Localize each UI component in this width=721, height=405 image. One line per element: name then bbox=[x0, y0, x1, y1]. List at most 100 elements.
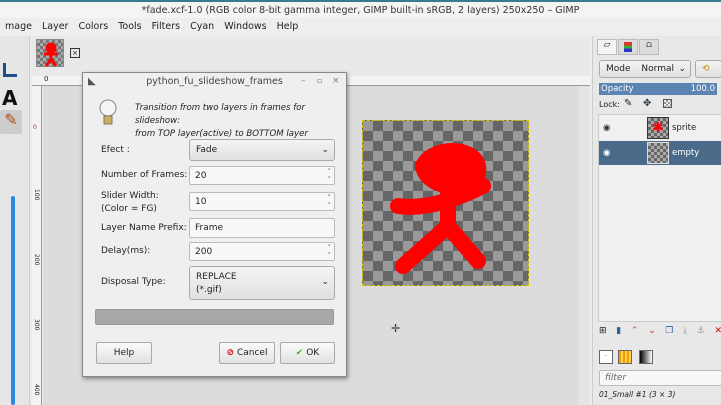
paintbrush-tool-icon[interactable]: ✎ bbox=[0, 110, 22, 134]
menu-help[interactable]: Help bbox=[272, 18, 304, 36]
spin-arrows-icon[interactable]: ˄ ˅ bbox=[328, 168, 332, 184]
menu-filters[interactable]: Filters bbox=[147, 18, 185, 36]
ruler-label: 300 bbox=[33, 319, 40, 331]
frames-spinbox[interactable]: 20 ˄ ˅ bbox=[189, 166, 335, 185]
eye-visibility-icon[interactable]: ◉ bbox=[603, 141, 610, 165]
disposal-value: (*.gif) bbox=[196, 285, 222, 295]
tab-channels[interactable] bbox=[618, 39, 638, 55]
minimize-button[interactable]: – bbox=[301, 76, 306, 86]
slider-width-label: Slider Width: (Color = FG) bbox=[101, 190, 159, 216]
help-button[interactable]: Help bbox=[96, 342, 152, 364]
ok-button[interactable]: ✔ OK bbox=[280, 342, 335, 364]
image-tabs: × bbox=[32, 36, 590, 76]
slider-bar[interactable] bbox=[11, 196, 15, 405]
layer-row-empty[interactable]: ◉ empty bbox=[599, 141, 721, 165]
tab-patterns[interactable] bbox=[618, 350, 632, 364]
spin-arrows-icon[interactable]: ˄ ˅ bbox=[328, 244, 332, 260]
vertical-scrollbar[interactable] bbox=[578, 86, 590, 405]
new-layer-group-icon[interactable]: ⊞ bbox=[599, 326, 607, 336]
chevron-down-icon: ⌄ bbox=[321, 277, 329, 287]
merge-layer-icon[interactable]: ⤓ bbox=[683, 326, 687, 336]
duplicate-layer-icon[interactable]: ❐ bbox=[665, 326, 673, 336]
composite-mode-button[interactable]: ⟲ bbox=[695, 60, 721, 78]
layer-thumbnail bbox=[647, 142, 669, 164]
slider-width-spinbox[interactable]: 10 ˄ ˅ bbox=[189, 192, 335, 211]
lock-pixels-icon[interactable]: ✎ bbox=[624, 98, 632, 109]
ruler-label: 400 bbox=[33, 384, 40, 396]
menubar: mage Layer Colors Tools Filters Cyan Win… bbox=[0, 18, 721, 36]
effect-select[interactable]: Fade ⌄ bbox=[189, 139, 335, 161]
tab-paths[interactable]: ⩍ bbox=[639, 39, 659, 55]
chevron-down-icon: ⌄ bbox=[321, 145, 329, 155]
cancel-button[interactable]: ⊘ Cancel bbox=[219, 342, 275, 364]
frames-value: 20 bbox=[195, 171, 207, 181]
ruler-label: 0 bbox=[33, 124, 37, 131]
sprite-figure bbox=[390, 143, 491, 274]
lock-position-icon[interactable]: ✥ bbox=[643, 98, 651, 109]
disposal-select[interactable]: REPLACE (*.gif) ⌄ bbox=[189, 266, 335, 300]
layer-name: empty bbox=[672, 148, 700, 158]
ruler-label: 200 bbox=[33, 254, 40, 266]
check-icon: ✔ bbox=[295, 348, 304, 358]
new-layer-icon[interactable]: ▮ bbox=[616, 326, 621, 336]
window-title: *fade.xcf-1.0 (RGB color 8-bit gamma int… bbox=[0, 0, 721, 18]
vertical-ruler: 0 100 200 300 400 bbox=[32, 86, 42, 405]
layers-list: ◉ ✱ sprite ◉ empty bbox=[598, 114, 721, 322]
maximize-button[interactable]: ▫ bbox=[317, 76, 322, 85]
toolbox: A ✎ bbox=[0, 36, 30, 405]
sprite-thumbnail-icon bbox=[44, 42, 58, 67]
anchor-layer-icon[interactable]: ⚓ bbox=[697, 326, 705, 336]
delay-spinbox[interactable]: 200 ˄ ˅ bbox=[189, 242, 335, 261]
mode-select[interactable]: Mode Normal ⌄ bbox=[599, 60, 691, 78]
layer-name: sprite bbox=[672, 123, 697, 133]
lower-layer-icon[interactable]: ⌄ bbox=[648, 326, 656, 336]
disposal-value: REPLACE bbox=[196, 272, 237, 282]
lock-label: Lock: bbox=[599, 100, 620, 109]
label-line: Slider Width: bbox=[101, 191, 159, 201]
ruler-label: 100 bbox=[33, 189, 40, 201]
tab-layers[interactable]: ▱ bbox=[597, 39, 617, 55]
ruler-label: 0 bbox=[44, 75, 49, 83]
opacity-value: 100.0 bbox=[690, 84, 715, 94]
image-tab-thumbnail[interactable] bbox=[36, 39, 64, 67]
lightbulb-icon bbox=[98, 98, 118, 128]
raise-layer-icon[interactable]: ⌃ bbox=[631, 326, 639, 336]
mode-label: Mode bbox=[606, 64, 631, 74]
frames-label: Number of Frames: bbox=[101, 170, 188, 180]
eye-visibility-icon[interactable]: ◉ bbox=[603, 116, 610, 140]
spin-arrows-icon[interactable]: ˄ ˅ bbox=[328, 194, 332, 210]
menu-image[interactable]: mage bbox=[0, 18, 37, 36]
brush-name: 01_Small #1 (3 × 3) bbox=[599, 390, 676, 399]
label-line: (Color = FG) bbox=[101, 204, 157, 214]
menu-colors[interactable]: Colors bbox=[73, 18, 113, 36]
tab-gradients[interactable] bbox=[639, 350, 653, 364]
image-canvas[interactable] bbox=[362, 120, 529, 286]
tab-brushes[interactable]: · bbox=[599, 350, 613, 364]
text-tool-icon[interactable]: A bbox=[2, 86, 17, 110]
menu-cyan[interactable]: Cyan bbox=[185, 18, 219, 36]
cancel-icon: ⊘ bbox=[226, 348, 235, 358]
menu-windows[interactable]: Windows bbox=[219, 18, 271, 36]
disposal-label: Disposal Type: bbox=[101, 277, 166, 287]
prefix-label: Layer Name Prefix: bbox=[101, 223, 187, 233]
slider-width-value: 10 bbox=[195, 197, 207, 207]
opacity-slider[interactable]: Opacity 100.0 bbox=[599, 83, 717, 95]
lock-alpha-icon[interactable] bbox=[663, 99, 672, 108]
menu-tools[interactable]: Tools bbox=[113, 18, 146, 36]
delete-layer-icon[interactable]: ✕ bbox=[714, 326, 721, 336]
menu-layer[interactable]: Layer bbox=[37, 18, 74, 36]
mode-value: Normal bbox=[641, 64, 674, 74]
ok-label: OK bbox=[306, 348, 320, 358]
description-line: Transition from two layers in frames for… bbox=[135, 103, 306, 126]
crop-tool-icon[interactable] bbox=[3, 63, 17, 77]
progress-bar bbox=[95, 309, 334, 325]
brush-filter-input[interactable]: filter bbox=[599, 370, 721, 386]
close-button[interactable]: × bbox=[332, 76, 340, 86]
delay-value: 200 bbox=[195, 247, 213, 257]
close-tab-icon[interactable]: × bbox=[70, 48, 80, 58]
layer-row-sprite[interactable]: ◉ ✱ sprite bbox=[599, 116, 721, 140]
dialog-description: Transition from two layers in frames for… bbox=[135, 102, 346, 141]
layer-thumbnail: ✱ bbox=[647, 117, 669, 139]
prefix-input[interactable]: Frame bbox=[189, 218, 335, 238]
delay-label: Delay(ms): bbox=[101, 246, 151, 256]
